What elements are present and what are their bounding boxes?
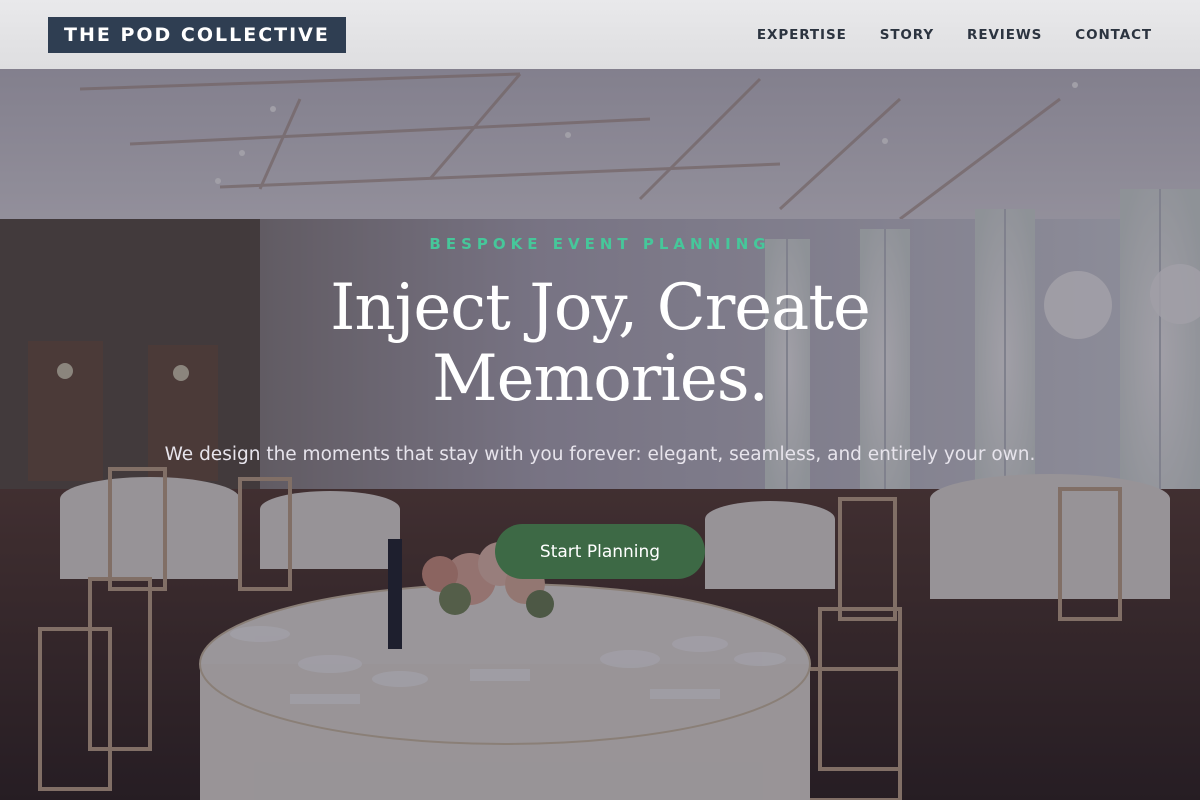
site-header: THE POD COLLECTIVE EXPERTISE STORY REVIE… [0, 0, 1200, 69]
hero-dark-overlay [0, 69, 1200, 800]
nav-link-contact[interactable]: CONTACT [1075, 27, 1152, 43]
nav-link-expertise[interactable]: EXPERTISE [757, 27, 847, 43]
main-nav: EXPERTISE STORY REVIEWS CONTACT [757, 27, 1152, 43]
hero-subline: We design the moments that stay with you… [164, 444, 1036, 465]
nav-link-reviews[interactable]: REVIEWS [967, 27, 1042, 43]
nav-link-story[interactable]: STORY [880, 27, 934, 43]
hero-eyebrow: BESPOKE EVENT PLANNING [429, 235, 771, 253]
hero-headline: Inject Joy, Create Memories. [330, 271, 871, 416]
hero-section: BESPOKE EVENT PLANNING Inject Joy, Creat… [0, 69, 1200, 800]
brand-logo[interactable]: THE POD COLLECTIVE [48, 16, 346, 53]
start-planning-button[interactable]: Start Planning [495, 524, 705, 579]
